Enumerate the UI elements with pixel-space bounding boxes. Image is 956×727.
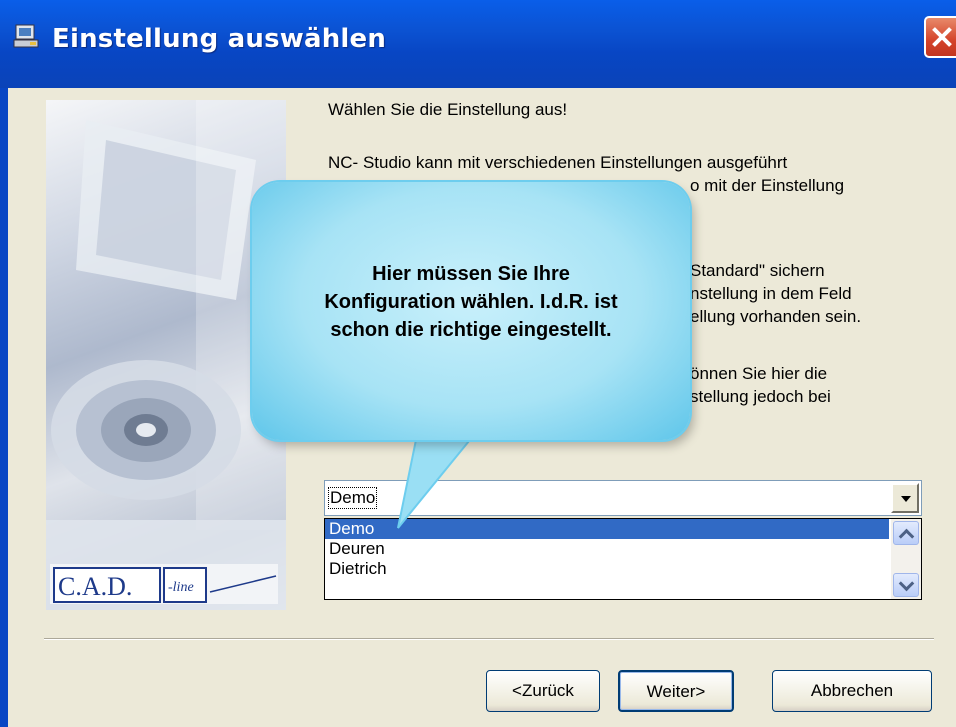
- window-frame: [0, 88, 8, 727]
- back-button[interactable]: <Zurück: [486, 670, 600, 712]
- window-title: Einstellung auswählen: [52, 24, 387, 54]
- scroll-up-icon[interactable]: [893, 521, 919, 545]
- list-scrollbar[interactable]: [891, 519, 921, 599]
- instruction-heading: Wählen Sie die Einstellung aus!: [328, 100, 568, 119]
- instruction-text: nstellung in dem Feld: [690, 284, 852, 303]
- instruction-text: stellung jedoch bei: [690, 387, 831, 406]
- cad-line-logo: C.A.D. -line: [50, 564, 278, 604]
- instruction-text: o mit der Einstellung: [690, 176, 845, 195]
- next-button[interactable]: Weiter>: [618, 670, 734, 712]
- instruction-text: Standard" sichern: [690, 261, 825, 280]
- svg-text:-line: -line: [168, 580, 194, 595]
- instruction-text: NC- Studio kann mit verschiedenen Einste…: [328, 153, 788, 172]
- scroll-down-icon[interactable]: [893, 573, 919, 597]
- title-bar: Einstellung auswählen: [0, 0, 956, 88]
- separator: [44, 638, 934, 640]
- help-callout: Hier müssen Sie Ihre Konfiguration wähle…: [252, 182, 690, 440]
- config-dropdown-list[interactable]: Demo Deuren Dietrich: [324, 518, 922, 600]
- instruction-text: önnen Sie hier die: [690, 364, 828, 383]
- close-button[interactable]: [924, 16, 956, 58]
- list-item[interactable]: Deuren: [325, 539, 889, 559]
- dropdown-arrow-icon[interactable]: [891, 483, 919, 513]
- instruction-text: ellung vorhanden sein.: [690, 307, 862, 326]
- list-item[interactable]: Dietrich: [325, 559, 889, 579]
- side-banner-image: [46, 100, 286, 610]
- callout-tail: [397, 430, 480, 529]
- combobox-value: Demo: [327, 487, 378, 509]
- svg-text:C.A.D.: C.A.D.: [58, 572, 132, 601]
- callout-text: Hier müssen Sie Ihre Konfiguration wähle…: [324, 263, 618, 341]
- app-icon: [13, 24, 39, 48]
- cd-illustration: [46, 100, 286, 610]
- cancel-button[interactable]: Abbrechen: [772, 670, 932, 712]
